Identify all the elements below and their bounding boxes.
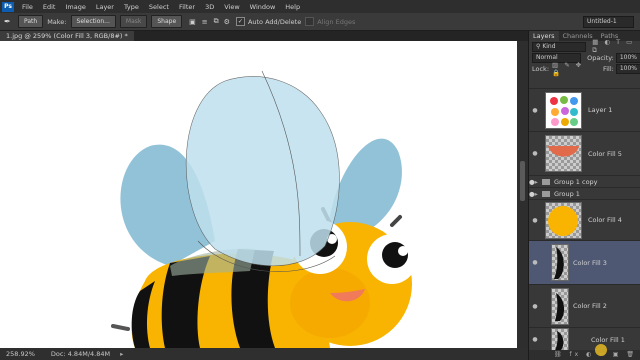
layer-thumbnail (551, 244, 569, 281)
layer-row[interactable]: ● Layer 1 (529, 88, 640, 131)
lock-label: Lock: (532, 64, 550, 73)
layer-name[interactable]: Color Fill 3 (573, 259, 607, 267)
bee-leg (111, 324, 130, 331)
layer-row[interactable]: ● Color Fill 2 (529, 284, 640, 327)
layer-thumbnail (545, 91, 582, 129)
fill-shape-thumbnail-icon (548, 146, 579, 157)
visibility-eye-icon[interactable]: ● (529, 107, 541, 114)
antenna-right (390, 215, 402, 227)
document-tab[interactable]: 1.jpg @ 259% (Color Fill 3, RGB/8#) * (0, 31, 134, 41)
vertical-scrollbar[interactable] (517, 41, 528, 348)
workspace-select[interactable]: Untitled-1 (583, 16, 634, 28)
layer-name[interactable]: Color Fill 5 (588, 150, 622, 158)
layer-thumbnail (551, 287, 569, 325)
layer-thumbnail (551, 328, 569, 351)
opacity-input[interactable]: 100% (615, 52, 640, 63)
tab-layers[interactable]: Layers (529, 31, 559, 41)
menu-layer[interactable]: Layer (91, 3, 119, 11)
status-arrow-icon[interactable]: ▸ (120, 350, 123, 358)
photoshop-logo-icon: Ps (2, 1, 14, 12)
kind-filter-select[interactable]: ⚲ Kind (532, 41, 587, 52)
fill-shape-thumbnail-icon (548, 205, 578, 236)
layer-thumbnail (545, 201, 582, 239)
layers-panel: Layers Channels Paths ⚲ Kind ▦ ◐ T ▭ ⧉ N… (528, 31, 640, 360)
zoom-level[interactable]: 258.92% (0, 350, 41, 358)
visibility-eye-icon[interactable]: ● (529, 150, 541, 157)
fill-shape-thumbnail-icon (554, 247, 564, 279)
layer-name[interactable]: Layer 1 (588, 106, 612, 114)
head-shade (290, 268, 370, 338)
eye-right-shine (398, 246, 408, 256)
menu-view[interactable]: View (219, 3, 244, 11)
group-name[interactable]: Group 1 copy (554, 178, 598, 186)
visibility-eye-icon[interactable]: ● (529, 303, 541, 310)
expand-arrow-icon[interactable]: ▸ (535, 190, 538, 198)
path-mode-select[interactable]: Path (18, 15, 44, 28)
make-shape-button[interactable]: Shape (151, 15, 183, 28)
layer-name[interactable]: Color Fill 2 (573, 302, 607, 310)
fill-shape-thumbnail-icon (555, 330, 564, 351)
align-edges-label: Align Edges (317, 17, 356, 26)
visibility-eye-icon[interactable]: ● (529, 259, 541, 266)
layer-row-selected[interactable]: ● Color Fill 3 (529, 240, 640, 284)
layer-group-row[interactable]: ● ▸ Group 1 (529, 187, 640, 199)
auto-add-delete-label: Auto Add/Delete (247, 17, 302, 26)
front-wing-path (185, 76, 340, 267)
menu-file[interactable]: File (17, 3, 38, 11)
canvas[interactable] (0, 41, 517, 348)
menu-help[interactable]: Help (280, 3, 305, 11)
fill-input[interactable]: 100% (615, 63, 640, 74)
pen-tool-icon[interactable]: ✒ (4, 17, 14, 26)
document-size: Doc: 4.84M/4.84M (50, 350, 111, 358)
fill-shape-thumbnail-icon (555, 292, 565, 321)
align-edges-checkbox[interactable] (305, 17, 315, 26)
folder-icon (541, 190, 550, 197)
cursor-highlight-icon (595, 344, 607, 356)
stickers-thumbnail-icon (550, 95, 578, 126)
make-selection-button[interactable]: Selection... (70, 15, 116, 28)
menu-select[interactable]: Select (144, 3, 174, 11)
layers-panel-footer: ⛓ fx ◐ ▭ ▣ 🗑 (529, 344, 640, 360)
auto-add-delete-checkbox[interactable]: ✓ (235, 17, 245, 26)
options-bar: ✒ Path Make: Selection... Mask Shape ▣ ≡… (0, 13, 640, 31)
menu-window[interactable]: Window (245, 3, 281, 11)
path-alignment-icon[interactable]: ≡ (202, 18, 208, 26)
layer-group-row[interactable]: ● ▸ Group 1 copy (529, 175, 640, 187)
menu-image[interactable]: Image (60, 3, 90, 11)
group-name[interactable]: Group 1 (554, 190, 580, 198)
settings-gear-icon[interactable]: ⚙ (224, 18, 230, 26)
folder-icon (541, 178, 550, 185)
visibility-eye-icon[interactable]: ● (529, 217, 541, 224)
menu-bar: Ps File Edit Image Layer Type Select Fil… (0, 0, 640, 13)
filter-row: ⚲ Kind ▦ ◐ T ▭ ⧉ (529, 38, 640, 54)
lock-icons[interactable]: ▨ ✎ ✥ 🔒 (552, 61, 595, 77)
kind-filter-label: Kind (542, 42, 556, 50)
menu-edit[interactable]: Edit (38, 3, 61, 11)
status-bar: 258.92% Doc: 4.84M/4.84M ▸ (0, 348, 528, 360)
layer-row[interactable]: ● Color Fill 4 (529, 199, 640, 240)
menu-type[interactable]: Type (119, 3, 144, 11)
document-tab-bar: 1.jpg @ 259% (Color Fill 3, RGB/8#) * (0, 31, 528, 41)
path-operations-icon[interactable]: ▣ (189, 18, 196, 26)
fill-label: Fill: (602, 64, 614, 73)
visibility-eye-icon[interactable]: ● (529, 336, 541, 343)
path-arrange-icon[interactable]: ⧉ (214, 17, 219, 26)
tab-channels[interactable]: Channels (559, 31, 597, 41)
bee-illustration (111, 70, 417, 348)
layer-name[interactable]: Color Fill 1 (591, 336, 625, 344)
layer-thumbnail (545, 135, 582, 172)
make-label: Make: (47, 17, 67, 26)
layer-name[interactable]: Color Fill 4 (588, 216, 622, 224)
expand-arrow-icon[interactable]: ▸ (535, 178, 538, 186)
layer-row[interactable]: ● Color Fill 1 (529, 327, 640, 351)
menu-filter[interactable]: Filter (174, 3, 200, 11)
scrollbar-thumb[interactable] (520, 161, 525, 201)
lock-row: Lock: ▨ ✎ ✥ 🔒 Fill: 100% (529, 61, 640, 77)
make-mask-button[interactable]: Mask (119, 15, 148, 28)
layer-row[interactable]: ● Color Fill 5 (529, 131, 640, 175)
menu-3d[interactable]: 3D (200, 3, 219, 11)
